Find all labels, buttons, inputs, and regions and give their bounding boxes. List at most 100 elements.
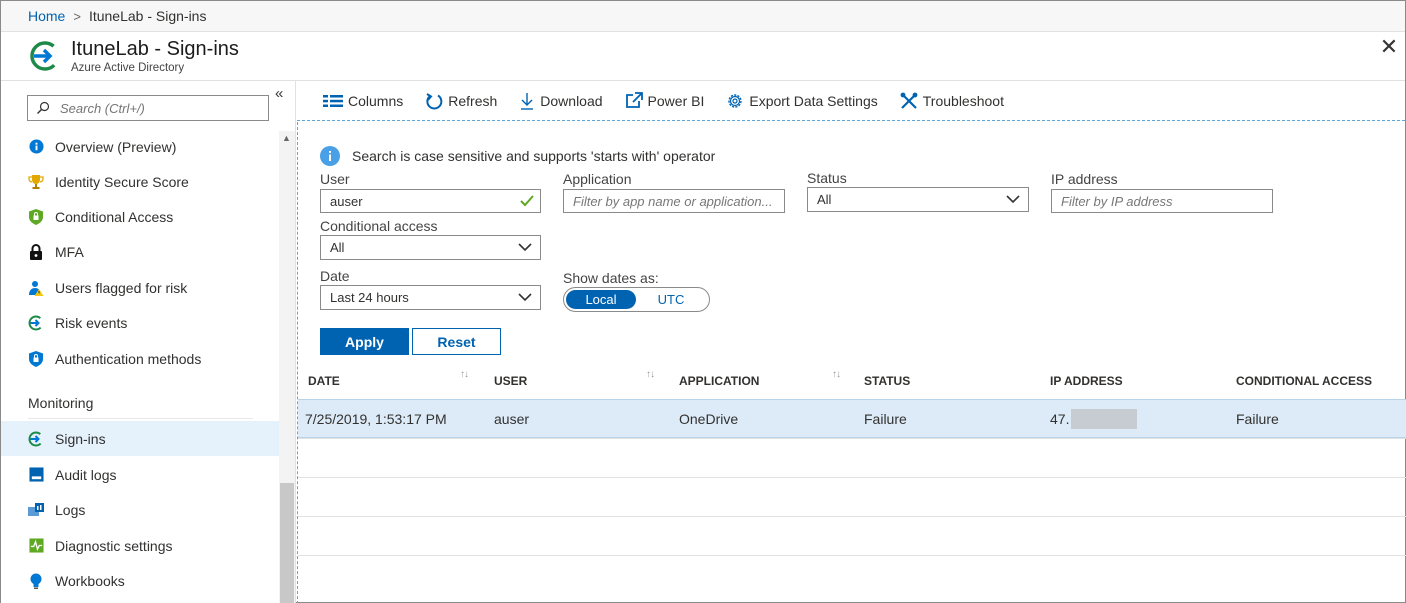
sidebar-item-overview[interactable]: Overview (Preview): [1, 129, 279, 164]
table-header: DATE ↑↓ USER ↑↓ APPLICATION ↑↓ STATUS IP…: [298, 362, 1406, 399]
application-filter-field[interactable]: [563, 189, 785, 213]
breadcrumb-home-link[interactable]: Home: [28, 8, 65, 24]
scrollbar-thumb[interactable]: [280, 483, 294, 603]
date-range-value: Last 24 hours: [330, 290, 409, 305]
conditional-access-value: All: [330, 240, 345, 255]
sidebar-item-diagnostic-settings[interactable]: Diagnostic settings: [1, 528, 279, 563]
sidebar-search[interactable]: [27, 95, 269, 121]
troubleshoot-button[interactable]: Troubleshoot: [900, 92, 1004, 110]
sidebar-item-label: Diagnostic settings: [55, 537, 173, 554]
checkmark-icon: [520, 195, 534, 207]
download-label: Download: [540, 92, 603, 109]
scroll-up-icon[interactable]: ▲: [282, 133, 291, 143]
sidebar-item-users-flagged-for-risk[interactable]: Users flagged for risk: [1, 270, 279, 305]
breadcrumb-current: ItuneLab - Sign-ins: [88, 8, 207, 24]
sidebar-item-label: Workbooks: [55, 572, 125, 589]
external-link-icon: [625, 92, 643, 108]
column-header-user[interactable]: USER: [494, 362, 527, 399]
ip-filter-field[interactable]: [1051, 189, 1273, 213]
sidebar-item-workbooks[interactable]: Workbooks: [1, 563, 279, 598]
download-button[interactable]: Download: [519, 92, 603, 110]
sort-icon[interactable]: ↑↓: [832, 369, 841, 380]
export-data-settings-button[interactable]: Export Data Settings: [726, 92, 878, 110]
sidebar-item-identity-secure-score[interactable]: Identity Secure Score: [1, 164, 279, 199]
conditional-access-filter-label: Conditional access: [320, 218, 438, 234]
sidebar-item-conditional-access[interactable]: Conditional Access: [1, 199, 279, 234]
sort-icon[interactable]: ↑↓: [646, 369, 655, 380]
column-header-ip-address[interactable]: IP ADDRESS: [1050, 362, 1123, 399]
gear-icon: [728, 93, 743, 108]
chevron-down-icon: [518, 243, 532, 252]
trophy-icon: [28, 174, 44, 190]
chevron-down-icon: [518, 293, 532, 302]
sign-ins-content: Search is case sensitive and supports 's…: [297, 122, 1406, 603]
table-row[interactable]: 7/25/2019, 1:53:17 PM auser OneDrive Fai…: [298, 399, 1406, 438]
user-filter-label: User: [320, 171, 350, 187]
date-range-dropdown[interactable]: Last 24 hours: [320, 285, 541, 310]
info-banner: Search is case sensitive and supports 's…: [320, 146, 715, 166]
sidebar-scrollbar[interactable]: ▲: [279, 131, 295, 603]
empty-table-row: [298, 516, 1406, 555]
sidebar-item-label: Conditional Access: [55, 208, 174, 225]
reset-button[interactable]: Reset: [412, 328, 501, 355]
user-filter-input[interactable]: [330, 193, 540, 209]
blade-header: ItuneLab - Sign-ins Azure Active Directo…: [1, 32, 1405, 81]
sidebar-item-authentication-methods[interactable]: Authentication methods: [1, 341, 279, 376]
refresh-icon: [426, 92, 443, 109]
power-bi-button[interactable]: Power BI: [625, 92, 705, 109]
sidebar-item-label: MFA: [55, 243, 84, 260]
export-data-settings-label: Export Data Settings: [749, 92, 878, 109]
sidebar-item-audit-logs[interactable]: Audit logs: [1, 457, 279, 492]
sidebar-item-label: Users flagged for risk: [55, 279, 188, 296]
workbook-bulb-icon: [28, 573, 44, 589]
cell-user: auser: [494, 411, 530, 427]
search-icon: [37, 101, 50, 114]
shield-lock-icon: [28, 350, 44, 367]
logs-icon: [28, 502, 44, 518]
application-filter-label: Application: [563, 171, 632, 187]
column-header-date[interactable]: DATE: [308, 362, 340, 399]
sidebar-item-logs[interactable]: Logs: [1, 492, 279, 527]
column-header-status[interactable]: STATUS: [864, 362, 910, 399]
empty-table-row: [298, 477, 1406, 516]
signin-arrow-icon: [28, 431, 44, 447]
sidebar-item-mfa[interactable]: MFA: [1, 234, 279, 269]
cell-status: Failure: [864, 411, 907, 427]
info-text: Search is case sensitive and supports 's…: [352, 148, 716, 164]
user-filter-field[interactable]: [320, 189, 541, 213]
section-label-monitoring: Monitoring: [28, 395, 94, 411]
sidebar-item-risk-events[interactable]: Risk events: [1, 305, 279, 340]
toggle-utc[interactable]: UTC: [636, 290, 706, 309]
collapse-sidebar-icon[interactable]: «: [275, 85, 283, 102]
sort-icon[interactable]: ↑↓: [460, 369, 469, 380]
sidebar-item-label: Authentication methods: [55, 350, 202, 367]
date-format-toggle[interactable]: Local UTC: [563, 287, 710, 312]
wrench-icon: [900, 92, 918, 109]
signin-logo-icon: [30, 41, 60, 71]
sidebar: « Overview (Preview) Identity Secure Sco…: [1, 81, 296, 603]
sidebar-item-sign-ins[interactable]: Sign-ins: [1, 421, 279, 456]
info-icon: [320, 146, 340, 166]
refresh-label: Refresh: [448, 92, 498, 109]
refresh-button[interactable]: Refresh: [425, 92, 497, 110]
application-filter-input[interactable]: [573, 193, 784, 209]
status-filter-dropdown[interactable]: All: [807, 187, 1029, 212]
power-bi-label: Power BI: [647, 92, 705, 109]
apply-button[interactable]: Apply: [320, 328, 409, 355]
cell-conditional-access: Failure: [1236, 411, 1279, 427]
column-header-application[interactable]: APPLICATION: [679, 362, 759, 399]
sidebar-search-input[interactable]: [60, 100, 260, 116]
conditional-access-dropdown[interactable]: All: [320, 235, 541, 260]
toggle-local[interactable]: Local: [566, 290, 636, 309]
sidebar-item-label: Logs: [55, 501, 86, 518]
column-header-conditional-access[interactable]: CONDITIONAL ACCESS: [1236, 362, 1372, 399]
close-icon[interactable]: ✕: [1379, 36, 1399, 58]
sidebar-item-label: Sign-ins: [55, 430, 106, 447]
chevron-down-icon: [1006, 195, 1020, 204]
date-filter-label: Date: [320, 268, 350, 284]
ip-filter-input[interactable]: [1061, 193, 1272, 209]
status-filter-label: Status: [807, 170, 847, 186]
download-icon: [521, 92, 534, 110]
columns-button[interactable]: Columns: [323, 93, 403, 109]
breadcrumb: Home > ItuneLab - Sign-ins: [1, 1, 1405, 32]
